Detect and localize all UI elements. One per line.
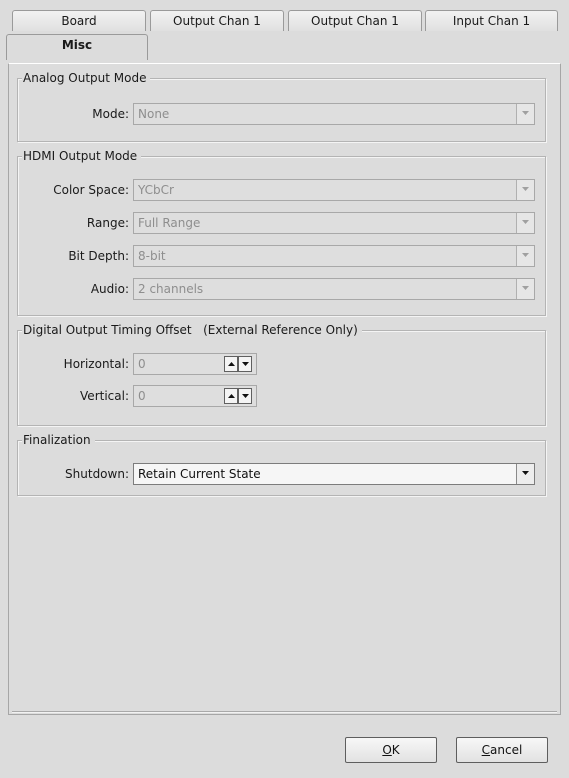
analog-output-group: Analog Output Mode Mode: None bbox=[17, 70, 546, 142]
color-space-select[interactable]: YCbCr bbox=[133, 179, 535, 201]
horizontal-value: 0 bbox=[138, 357, 146, 371]
chevron-down-icon bbox=[522, 471, 529, 475]
arrow-up-icon bbox=[228, 394, 235, 398]
vertical-increment-button[interactable] bbox=[224, 388, 238, 404]
arrow-down-icon bbox=[242, 394, 249, 398]
cancel-mnemonic: C bbox=[481, 743, 491, 757]
audio-select[interactable]: 2 channels bbox=[133, 278, 535, 300]
audio-dropdown-button[interactable] bbox=[516, 279, 534, 299]
arrow-up-icon bbox=[228, 362, 235, 366]
vertical-spinbox[interactable]: 0 bbox=[133, 385, 257, 407]
ok-mnemonic: O bbox=[382, 743, 392, 757]
timing-offset-group: Digital Output Timing Offset (External R… bbox=[17, 322, 546, 426]
tab-output-chan-1[interactable]: Output Chan 1 bbox=[150, 10, 284, 31]
tab-row-top: Board Output Chan 1 Output Chan 1 Input … bbox=[0, 10, 569, 34]
vertical-spin-buttons bbox=[224, 388, 254, 404]
tab-input-chan-1[interactable]: Input Chan 1 bbox=[425, 10, 558, 31]
tab-output-chan-1-second[interactable]: Output Chan 1 bbox=[288, 10, 422, 31]
bit-depth-select[interactable]: 8-bit bbox=[133, 245, 535, 267]
finalization-title: Finalization bbox=[22, 432, 95, 448]
horizontal-spin-buttons bbox=[224, 356, 254, 372]
tab-misc[interactable]: Misc bbox=[6, 34, 148, 60]
bit-depth-dropdown-button[interactable] bbox=[516, 246, 534, 266]
chevron-down-icon bbox=[522, 187, 529, 191]
color-space-dropdown-button[interactable] bbox=[516, 180, 534, 200]
arrow-down-icon bbox=[242, 362, 249, 366]
misc-panel: Analog Output Mode Mode: None HDMI Outpu… bbox=[8, 63, 561, 715]
horizontal-label: Horizontal: bbox=[63, 357, 129, 371]
color-space-value: YCbCr bbox=[138, 183, 174, 197]
horizontal-spinbox[interactable]: 0 bbox=[133, 353, 257, 375]
timing-offset-title-text: Digital Output Timing Offset bbox=[23, 323, 192, 337]
timing-offset-title-note: (External Reference Only) bbox=[203, 323, 358, 337]
range-dropdown-button[interactable] bbox=[516, 213, 534, 233]
audio-label: Audio: bbox=[90, 282, 129, 296]
chevron-down-icon bbox=[522, 253, 529, 257]
range-label: Range: bbox=[86, 216, 129, 230]
dialog-separator bbox=[12, 711, 557, 713]
vertical-decrement-button[interactable] bbox=[238, 388, 252, 404]
horizontal-decrement-button[interactable] bbox=[238, 356, 252, 372]
mode-value: None bbox=[138, 107, 170, 121]
bit-depth-value: 8-bit bbox=[138, 249, 166, 263]
range-select[interactable]: Full Range bbox=[133, 212, 535, 234]
analog-output-title: Analog Output Mode bbox=[22, 70, 151, 86]
ok-button[interactable]: OK bbox=[345, 737, 437, 763]
chevron-down-icon bbox=[522, 220, 529, 224]
finalization-group: Finalization Shutdown: Retain Current St… bbox=[17, 432, 546, 496]
tab-board[interactable]: Board bbox=[12, 10, 146, 31]
hdmi-output-title: HDMI Output Mode bbox=[22, 148, 142, 164]
cancel-label-rest: ancel bbox=[490, 743, 523, 757]
mode-select[interactable]: None bbox=[133, 103, 535, 125]
shutdown-dropdown-button[interactable] bbox=[516, 464, 534, 484]
mode-dropdown-button[interactable] bbox=[516, 104, 534, 124]
bit-depth-label: Bit Depth: bbox=[68, 249, 129, 263]
timing-offset-title: Digital Output Timing Offset (External R… bbox=[22, 322, 362, 338]
tab-row-bottom: Misc bbox=[0, 34, 569, 60]
chevron-down-icon bbox=[522, 286, 529, 290]
ok-label-rest: K bbox=[391, 743, 400, 757]
shutdown-label: Shutdown: bbox=[65, 467, 129, 481]
shutdown-select[interactable]: Retain Current State bbox=[133, 463, 535, 485]
color-space-label: Color Space: bbox=[53, 183, 129, 197]
cancel-button[interactable]: Cancel bbox=[456, 737, 548, 763]
horizontal-increment-button[interactable] bbox=[224, 356, 238, 372]
shutdown-value: Retain Current State bbox=[138, 467, 261, 481]
chevron-down-icon bbox=[522, 111, 529, 115]
audio-value: 2 channels bbox=[138, 282, 204, 296]
mode-label: Mode: bbox=[92, 107, 129, 121]
hdmi-output-group: HDMI Output Mode Color Space: YCbCr Rang… bbox=[17, 148, 546, 316]
vertical-value: 0 bbox=[138, 389, 146, 403]
range-value: Full Range bbox=[138, 216, 201, 230]
vertical-label: Vertical: bbox=[80, 389, 129, 403]
